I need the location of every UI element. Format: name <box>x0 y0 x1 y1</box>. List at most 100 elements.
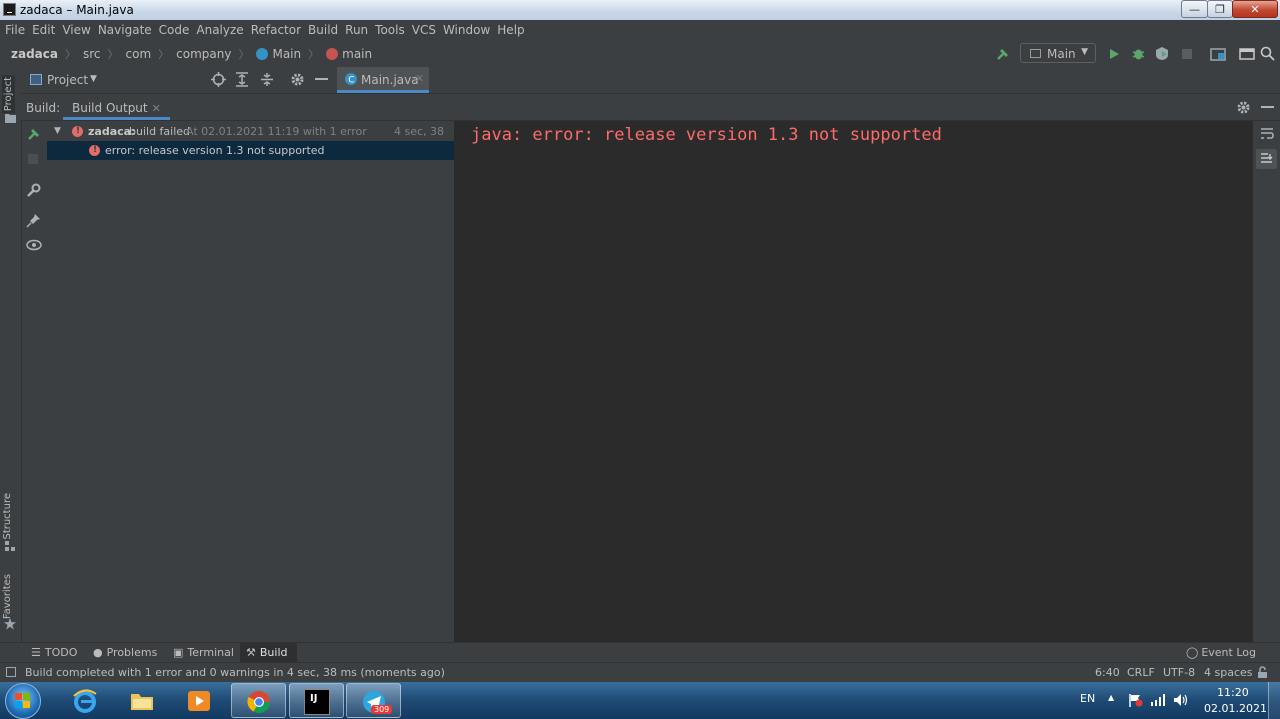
tree-row-error[interactable]: error: release version 1.3 not supported <box>47 141 454 160</box>
taskbar-internet-explorer[interactable] <box>58 683 113 718</box>
search-icon[interactable] <box>1260 46 1275 61</box>
console-error-text: java: error: release version 1.3 not sup… <box>471 125 942 145</box>
run-configuration-select[interactable]: Main ▼ <box>1020 43 1096 63</box>
rebuild-hammer-icon[interactable] <box>26 126 42 142</box>
left-tool-strip: Project Structure Favorites <box>0 67 22 642</box>
collapse-all-icon[interactable] <box>260 72 274 87</box>
menu-edit[interactable]: Edit <box>32 20 55 41</box>
close-button[interactable]: ✕ <box>1232 0 1278 18</box>
structure-tool-tab[interactable]: Structure <box>2 493 13 540</box>
taskbar-chrome[interactable] <box>231 683 286 718</box>
breadcrumb-class[interactable]: Main <box>272 47 301 61</box>
wrench-icon[interactable] <box>26 183 41 198</box>
lock-icon[interactable] <box>1257 666 1268 679</box>
close-icon[interactable]: ✕ <box>415 72 424 85</box>
menu-tools[interactable]: Tools <box>375 20 405 41</box>
stop-icon[interactable] <box>28 154 39 165</box>
soft-wrap-icon[interactable] <box>1260 127 1274 141</box>
tab-problems-label: Problems <box>106 646 158 659</box>
maximize-button[interactable]: ❐ <box>1207 0 1233 18</box>
expand-all-icon[interactable] <box>235 72 249 87</box>
breadcrumb-project[interactable]: zadaca <box>11 47 58 61</box>
menu-navigate[interactable]: Navigate <box>98 20 152 41</box>
folder-icon <box>5 114 16 123</box>
window-title-bar[interactable]: zadaca – Main.java — ❐ ✕ <box>0 0 1280 20</box>
chevron-down-icon[interactable]: ▼ <box>90 74 97 84</box>
method-icon <box>326 48 339 60</box>
project-structure-icon[interactable] <box>1210 47 1226 61</box>
stop-icon[interactable] <box>1181 48 1193 60</box>
run-icon[interactable] <box>1107 47 1121 61</box>
network-signal-icon[interactable] <box>1151 694 1166 706</box>
menu-help[interactable]: Help <box>497 20 524 41</box>
breadcrumb-method[interactable]: main <box>342 47 372 61</box>
scroll-to-end-toggle[interactable] <box>1256 149 1277 169</box>
editor-tab-main-java[interactable]: C Main.java ✕ <box>337 67 429 93</box>
file-encoding[interactable]: UTF-8 <box>1163 666 1195 679</box>
status-bar: Build completed with 1 error and 0 warni… <box>0 662 1280 683</box>
telegram-unread-badge: 309 <box>371 705 393 714</box>
build-hammer-icon[interactable] <box>995 46 1011 62</box>
menu-code[interactable]: Code <box>159 20 190 41</box>
hammer-icon: ⚒ <box>246 646 256 659</box>
gear-icon[interactable] <box>290 72 305 87</box>
toggle-tool-windows-icon[interactable] <box>6 667 16 677</box>
action-center-flag-icon[interactable] <box>1128 693 1144 707</box>
menu-analyze[interactable]: Analyze <box>196 20 243 41</box>
taskbar-media-player[interactable] <box>172 683 227 718</box>
tab-terminal[interactable]: ▣ Terminal <box>173 643 234 663</box>
minimize-button[interactable]: — <box>1181 0 1208 18</box>
event-log-button[interactable]: ◯ Event Log <box>1186 643 1256 663</box>
caret-position[interactable]: 6:40 <box>1095 666 1120 679</box>
menu-run[interactable]: Run <box>345 20 368 41</box>
locate-icon[interactable] <box>211 72 226 87</box>
clock-time[interactable]: 11:20 <box>1217 686 1249 699</box>
taskbar-telegram[interactable]: 309 <box>346 683 401 718</box>
menu-vcs[interactable]: VCS <box>412 20 436 41</box>
project-view-select[interactable]: Project <box>47 73 88 87</box>
build-console[interactable]: java: error: release version 1.3 not sup… <box>455 121 1253 642</box>
project-tool-tab[interactable]: Project <box>2 75 15 114</box>
event-log-icon: ◯ <box>1186 646 1199 659</box>
menu-window[interactable]: Window <box>443 20 490 41</box>
hide-icon[interactable] <box>1261 106 1274 109</box>
pin-icon[interactable] <box>26 213 41 228</box>
tab-build-output[interactable]: Build Output ✕ <box>63 94 170 120</box>
volume-icon[interactable] <box>1173 693 1188 707</box>
indent-setting[interactable]: 4 spaces <box>1204 666 1253 679</box>
taskbar-explorer[interactable] <box>115 683 170 718</box>
chevron-down-icon[interactable]: ▼ <box>54 122 61 141</box>
breadcrumb-company[interactable]: company <box>176 47 231 61</box>
taskbar-intellij[interactable]: IJ <box>289 683 344 718</box>
start-button[interactable] <box>5 683 41 719</box>
tab-problems[interactable]: ● Problems <box>93 643 157 663</box>
menu-refactor[interactable]: Refactor <box>251 20 301 41</box>
window-title: zadaca – Main.java <box>20 3 134 17</box>
breadcrumb-com[interactable]: com <box>126 47 152 61</box>
tab-todo[interactable]: ☰ TODO <box>31 643 77 663</box>
gear-icon[interactable] <box>1236 100 1251 115</box>
run-with-coverage-icon[interactable] <box>1155 46 1170 61</box>
eye-icon[interactable] <box>26 239 42 251</box>
clock-date[interactable]: 02.01.2021 <box>1204 702 1267 715</box>
menu-view[interactable]: View <box>62 20 90 41</box>
build-tool-window-header: Build: Build Output ✕ <box>21 94 1280 121</box>
line-separator[interactable]: CRLF <box>1127 666 1155 679</box>
tab-build[interactable]: ⚒ Build <box>240 643 297 663</box>
show-desktop-button[interactable] <box>1268 682 1280 719</box>
menu-file[interactable]: File <box>5 20 25 41</box>
intellij-icon: IJ <box>304 689 330 715</box>
editor-tab-label: Main.java <box>361 73 419 87</box>
show-hidden-icons-icon[interactable]: ▲ <box>1108 693 1114 702</box>
intellij-glyph: IJ <box>310 693 318 704</box>
language-indicator[interactable]: EN <box>1080 692 1095 705</box>
hide-icon[interactable] <box>315 78 328 81</box>
build-toolbar <box>22 121 47 642</box>
breadcrumb-src[interactable]: src <box>83 47 101 61</box>
favorites-tool-tab[interactable]: Favorites <box>2 574 13 619</box>
debug-icon[interactable] <box>1131 46 1146 61</box>
close-icon[interactable]: ✕ <box>152 102 161 115</box>
presentation-mode-icon[interactable] <box>1239 47 1255 61</box>
tree-row-build-failed[interactable]: ▼ zadaca: build failed At 02.01.2021 11:… <box>47 122 454 157</box>
menu-build[interactable]: Build <box>308 20 338 41</box>
